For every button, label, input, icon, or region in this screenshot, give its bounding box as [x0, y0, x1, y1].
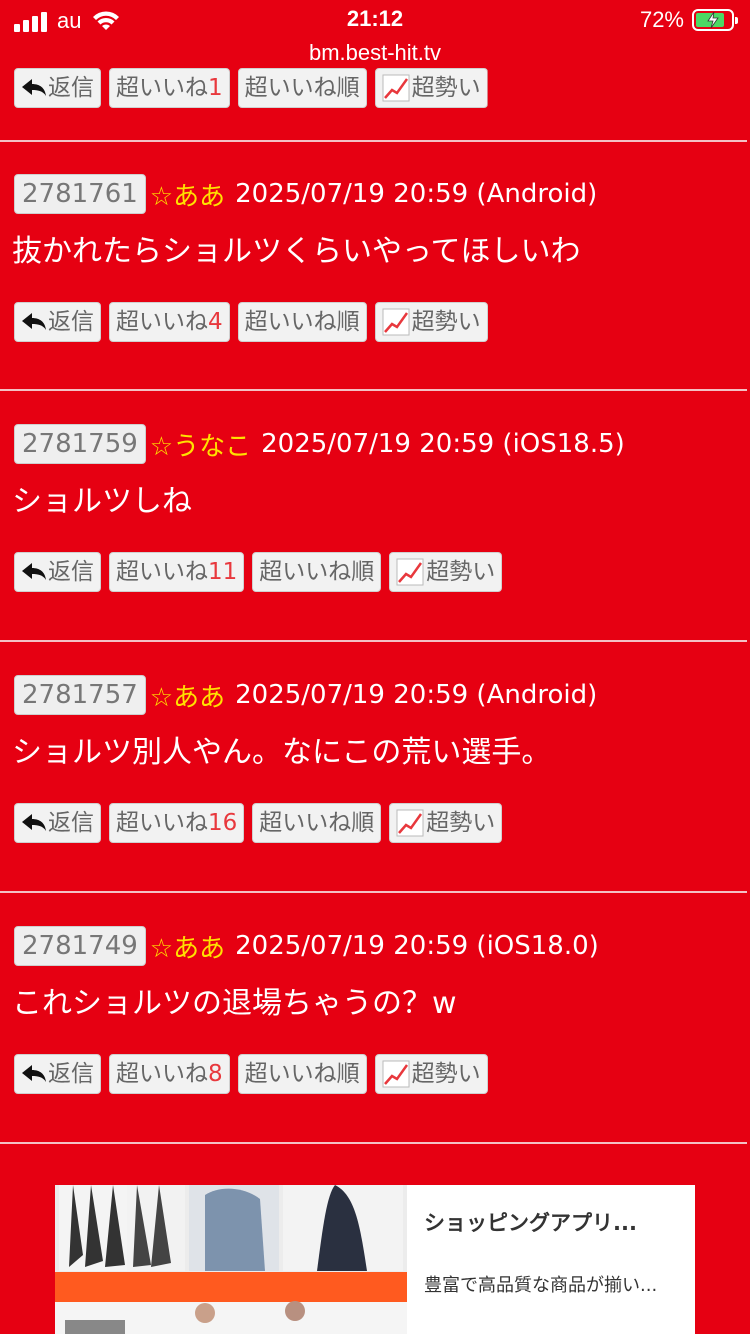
trend-button[interactable]: 超勢い [374, 302, 488, 342]
reply-button[interactable]: 返信 [14, 552, 101, 592]
post-datetime: 2025/07/19 20:59 (iOS18.5) [261, 429, 625, 459]
like-button[interactable]: 超いいね 4 [109, 302, 230, 342]
like-button[interactable]: 超いいね 1 [109, 68, 230, 108]
reply-label: 返信 [48, 75, 94, 101]
like-button[interactable]: 超いいね 8 [109, 1054, 230, 1094]
battery-icon [692, 9, 738, 31]
battery-percent: 72% [639, 7, 684, 32]
like-order-label: 超いいね順 [244, 1061, 360, 1087]
post-author: ☆ああ [149, 933, 226, 964]
post-author: ☆ああ [149, 682, 226, 713]
like-label: 超いいね [116, 75, 208, 101]
like-order-label: 超いいね順 [259, 810, 375, 836]
post-datetime: 2025/07/19 20:59 (Android) [235, 179, 598, 209]
post-author: ☆うなこ [149, 431, 252, 462]
reply-button[interactable]: 返信 [14, 1054, 101, 1094]
like-button[interactable]: 超いいね 16 [109, 803, 245, 843]
divider [0, 1142, 747, 1144]
post-body: ショルツ別人やん。なにこの荒い選手。 [12, 735, 552, 770]
ad-image [55, 1185, 407, 1334]
like-count: 16 [208, 810, 238, 836]
post-actions: 返信 超いいね 16 超いいね順 超勢い [14, 803, 503, 843]
post-actions: 返信 超いいね 11 超いいね順 超勢い [14, 552, 503, 592]
reply-arrow-icon [22, 313, 46, 330]
like-order-label: 超いいね順 [259, 559, 375, 585]
like-order-label: 超いいね順 [244, 309, 360, 335]
status-bar: au 21:12 72% [0, 0, 750, 40]
reply-button[interactable]: 返信 [14, 803, 101, 843]
chart-up-icon [396, 558, 424, 586]
reply-arrow-icon [22, 563, 46, 580]
post-datetime: 2025/07/19 20:59 (iOS18.0) [235, 931, 599, 961]
like-order-button[interactable]: 超いいね順 [237, 302, 367, 342]
trend-button[interactable]: 超勢い [374, 68, 488, 108]
trend-button[interactable]: 超勢い [389, 803, 503, 843]
chart-up-icon [382, 74, 410, 102]
reply-arrow-icon [22, 1065, 46, 1082]
trend-label: 超勢い [411, 309, 481, 335]
trend-label: 超勢い [411, 1061, 481, 1087]
trend-label: 超勢い [426, 810, 496, 836]
reply-button[interactable]: 返信 [14, 302, 101, 342]
divider [0, 389, 747, 391]
like-label: 超いいね [116, 559, 208, 585]
ad-title: ショッピングアプリ... [424, 1211, 637, 1235]
like-button[interactable]: 超いいね 11 [109, 552, 245, 592]
chart-up-icon [382, 1060, 410, 1088]
post-author: ☆ああ [149, 181, 226, 212]
like-label: 超いいね [116, 810, 208, 836]
post-number[interactable]: 2781749 [14, 926, 146, 966]
chart-up-icon [382, 308, 410, 336]
reply-arrow-icon [22, 79, 46, 96]
divider [0, 891, 747, 893]
reply-label: 返信 [48, 1061, 94, 1087]
like-order-button[interactable]: 超いいね順 [252, 552, 382, 592]
reply-button[interactable]: 返信 [14, 68, 101, 108]
post-actions: 返信 超いいね 1 超いいね順 超勢い [14, 68, 488, 108]
ad-banner[interactable]: ショッピングアプリ... 豊富で高品質な商品が揃い... [55, 1185, 695, 1334]
reply-label: 返信 [48, 309, 94, 335]
like-order-button[interactable]: 超いいね順 [237, 1054, 367, 1094]
post-body: 抜かれたらショルツくらいやってほしいわ [12, 234, 581, 269]
post-number[interactable]: 2781757 [14, 675, 146, 715]
post-actions: 返信 超いいね 8 超いいね順 超勢い [14, 1054, 488, 1094]
chart-up-icon [396, 809, 424, 837]
post-body: これショルツの退場ちゃうの？w [12, 986, 457, 1021]
like-order-label: 超いいね順 [244, 75, 360, 101]
like-label: 超いいね [116, 1061, 208, 1087]
trend-button[interactable]: 超勢い [374, 1054, 488, 1094]
address-bar-url-overlay: bm.best-hit.tv [308, 40, 442, 65]
post-actions: 返信 超いいね 4 超いいね順 超勢い [14, 302, 488, 342]
like-count: 8 [208, 1061, 223, 1087]
like-count: 4 [208, 309, 223, 335]
like-order-button[interactable]: 超いいね順 [252, 803, 382, 843]
divider [0, 640, 747, 642]
post-datetime: 2025/07/19 20:59 (Android) [235, 680, 598, 710]
like-order-button[interactable]: 超いいね順 [237, 68, 367, 108]
divider [0, 140, 747, 142]
post-number[interactable]: 2781759 [14, 424, 146, 464]
trend-label: 超勢い [411, 75, 481, 101]
trend-button[interactable]: 超勢い [389, 552, 503, 592]
ad-description: 豊富で高品質な商品が揃い... [424, 1275, 658, 1296]
post-number[interactable]: 2781761 [14, 174, 146, 214]
like-count: 11 [208, 559, 238, 585]
reply-arrow-icon [22, 814, 46, 831]
reply-label: 返信 [48, 559, 94, 585]
trend-label: 超勢い [426, 559, 496, 585]
like-label: 超いいね [116, 309, 208, 335]
post-body: ショルツしね [12, 484, 192, 519]
clock: 21:12 [346, 6, 404, 31]
like-count: 1 [208, 75, 223, 101]
reply-label: 返信 [48, 810, 94, 836]
